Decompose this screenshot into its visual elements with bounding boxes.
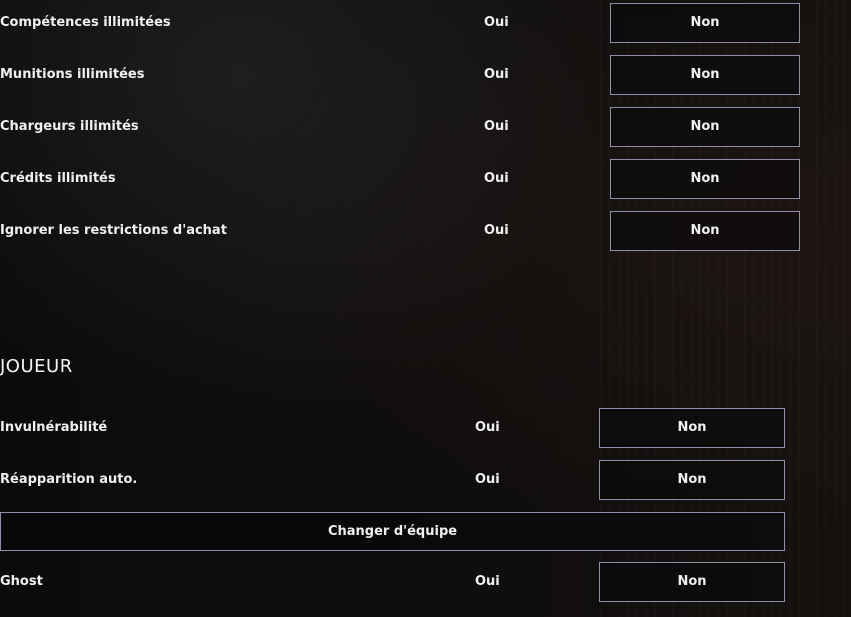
option-no-button[interactable]: Non <box>610 55 800 95</box>
option-no-button[interactable]: Non <box>599 408 785 448</box>
option-yes[interactable]: Oui <box>475 408 500 448</box>
section-title-player: JOUEUR <box>0 356 73 377</box>
change-team-button[interactable]: Changer d'équipe <box>0 512 785 551</box>
option-yes[interactable]: Oui <box>484 159 509 199</box>
option-yes[interactable]: Oui <box>484 3 509 43</box>
option-no-button[interactable]: Non <box>610 159 800 199</box>
option-no-button[interactable]: Non <box>610 107 800 147</box>
option-no-button[interactable]: Non <box>610 3 800 43</box>
toggle-label: Compétences illimitées <box>0 15 171 30</box>
option-no-button[interactable]: Non <box>610 211 800 251</box>
option-no-button[interactable]: Non <box>599 460 785 500</box>
toggle-label: Ghost <box>0 574 43 589</box>
option-yes[interactable]: Oui <box>484 55 509 95</box>
option-yes[interactable]: Oui <box>475 460 500 500</box>
toggle-label: Munitions illimitées <box>0 67 145 82</box>
option-yes[interactable]: Oui <box>475 562 500 602</box>
option-no-button[interactable]: Non <box>599 562 785 602</box>
toggle-label: Invulnérabilité <box>0 420 108 435</box>
toggle-label: Réapparition auto. <box>0 472 138 487</box>
toggle-label: Crédits illimités <box>0 171 116 186</box>
option-yes[interactable]: Oui <box>484 107 509 147</box>
option-yes[interactable]: Oui <box>484 211 509 251</box>
toggle-label: Chargeurs illimités <box>0 119 139 134</box>
toggle-label: Ignorer les restrictions d'achat <box>0 223 227 238</box>
